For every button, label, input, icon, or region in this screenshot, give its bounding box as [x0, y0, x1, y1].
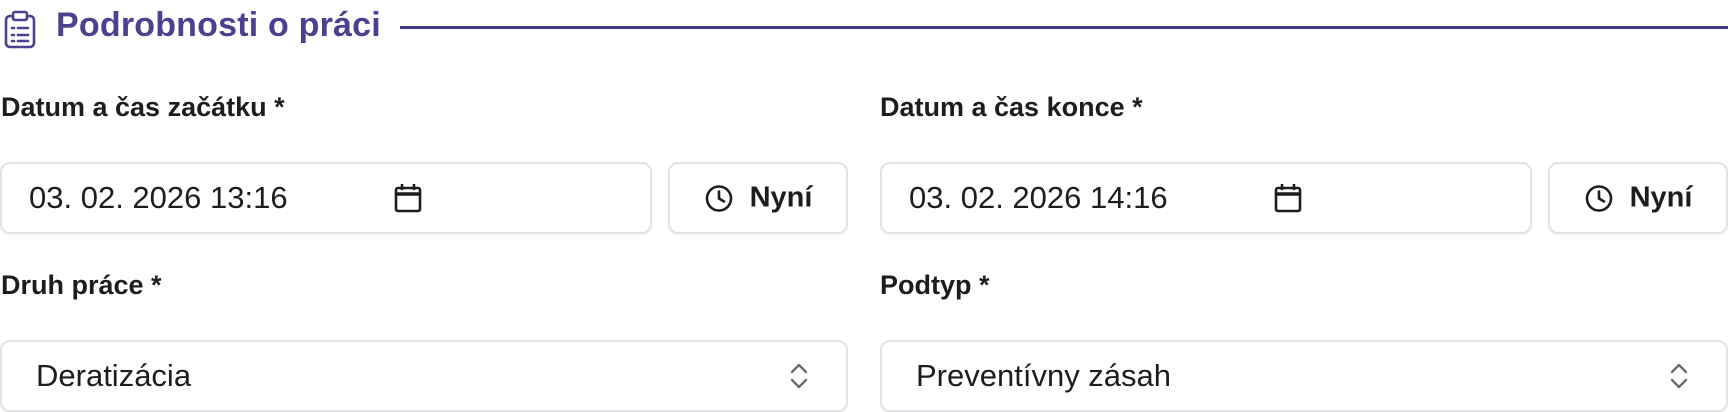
- chevron-up-down-icon: [1670, 363, 1688, 389]
- work-type-select[interactable]: Deratizácia: [0, 340, 848, 412]
- calendar-icon[interactable]: [394, 183, 422, 213]
- end-now-content: Nyní: [1550, 182, 1726, 215]
- section-title: Podrobnosti o práci: [56, 6, 381, 44]
- header-divider: [400, 26, 1728, 29]
- work-type-label: Druh práce *: [1, 270, 162, 300]
- end-datetime-label: Datum a čas konce *: [880, 92, 1143, 122]
- subtype-select[interactable]: Preventívny zásah: [880, 340, 1728, 412]
- end-datetime-input[interactable]: 03. 02. 2026 14:16: [880, 162, 1532, 234]
- clock-icon: [1585, 184, 1612, 212]
- start-now-label: Nyní: [749, 181, 813, 214]
- start-datetime-value: 03. 02. 2026 13:16: [29, 180, 288, 215]
- work-type-value: Deratizácia: [36, 358, 192, 393]
- end-now-label: Nyní: [1629, 181, 1693, 214]
- chevron-up-down-icon: [790, 363, 808, 389]
- start-now-button[interactable]: Nyní: [668, 162, 848, 234]
- end-datetime-value: 03. 02. 2026 14:16: [909, 180, 1168, 215]
- start-now-content: Nyní: [670, 182, 846, 215]
- end-now-button[interactable]: Nyní: [1548, 162, 1728, 234]
- calendar-icon[interactable]: [1274, 183, 1302, 213]
- clipboard-list-icon: [4, 10, 36, 49]
- work-details-section: Podrobnosti o práci Datum a čas začátku …: [0, 0, 1728, 412]
- subtype-value: Preventívny zásah: [916, 358, 1172, 393]
- section-header: Podrobnosti o práci: [0, 0, 1728, 56]
- clock-icon: [705, 184, 732, 212]
- start-datetime-input[interactable]: 03. 02. 2026 13:16: [0, 162, 652, 234]
- start-datetime-label: Datum a čas začátku *: [1, 92, 285, 122]
- subtype-label: Podtyp *: [880, 270, 990, 300]
